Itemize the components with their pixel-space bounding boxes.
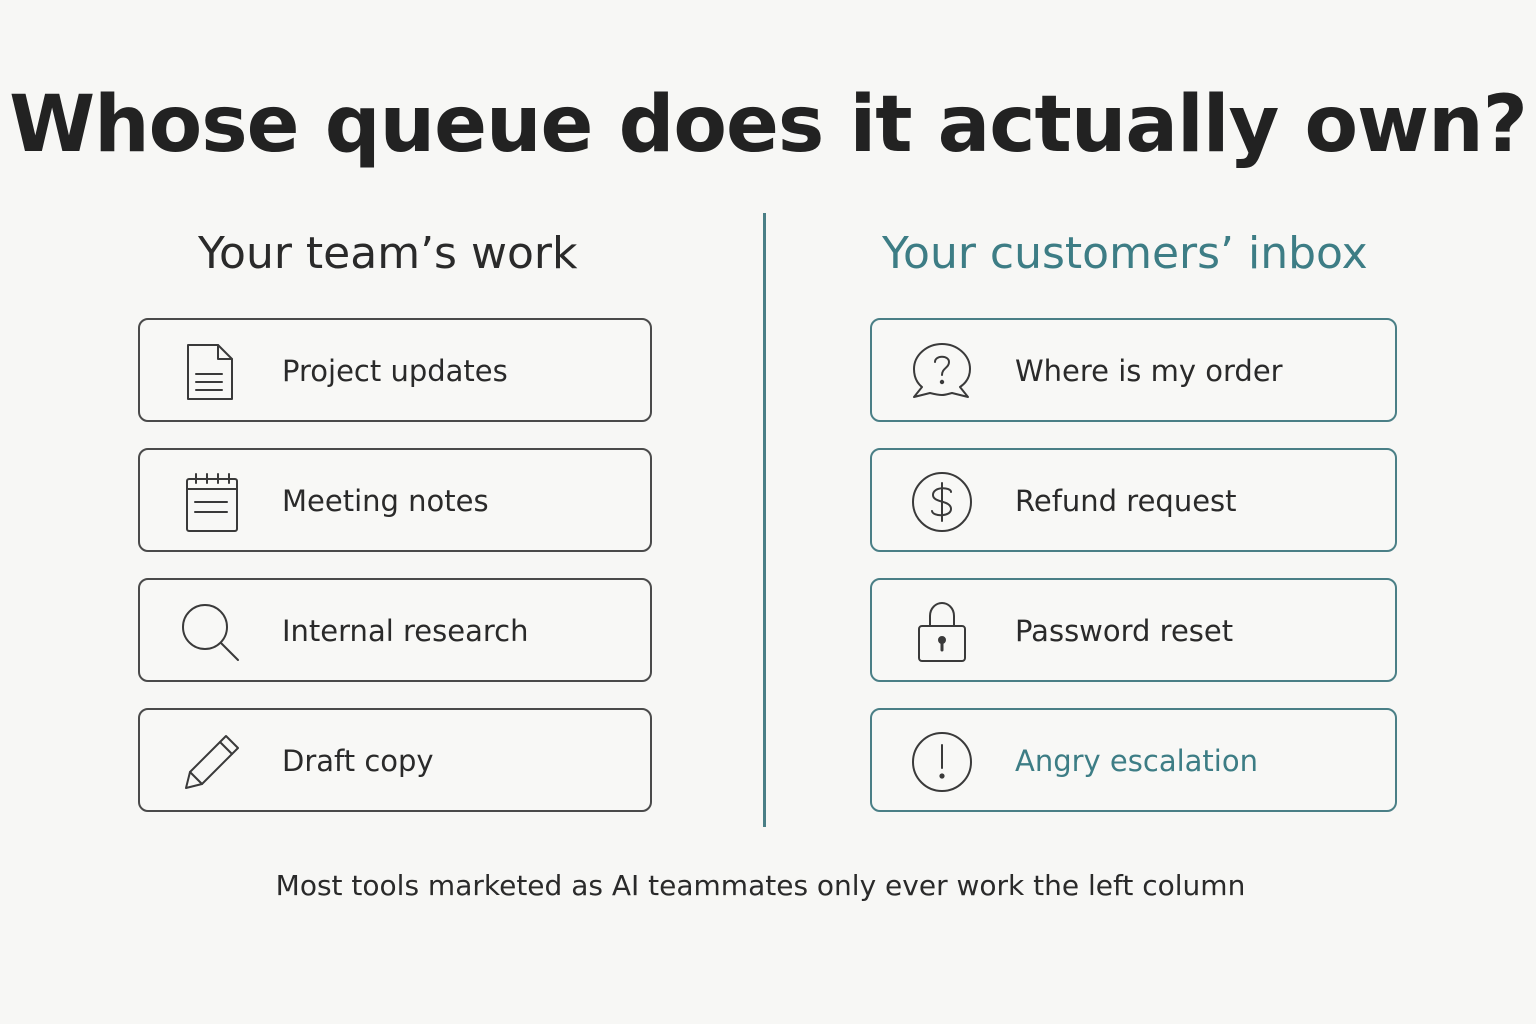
lock-icon — [910, 600, 974, 664]
card-where-is-my-order: Where is my order — [870, 318, 1397, 422]
card-label: Where is my order — [1015, 354, 1283, 388]
card-label: Internal research — [282, 614, 529, 648]
alert-icon — [910, 730, 974, 794]
pencil-icon — [178, 730, 242, 794]
card-internal-research: Internal research — [138, 578, 652, 682]
footer-caption: Most tools marketed as AI teammates only… — [275, 869, 1246, 902]
card-label: Meeting notes — [282, 484, 489, 518]
card-angry-escalation: Angry escalation — [870, 708, 1397, 812]
column-divider — [763, 213, 766, 827]
card-meeting-notes: Meeting notes — [138, 448, 652, 552]
card-refund-request: Refund request — [870, 448, 1397, 552]
card-password-reset: Password reset — [870, 578, 1397, 682]
notepad-icon — [178, 470, 242, 534]
page-title: Whose queue does it actually own? — [9, 80, 1528, 170]
dollar-icon — [910, 470, 974, 534]
card-project-updates: Project updates — [138, 318, 652, 422]
document-icon — [178, 340, 242, 404]
card-label: Project updates — [282, 354, 508, 388]
card-label: Angry escalation — [1015, 744, 1258, 778]
question-bubble-icon — [910, 340, 974, 404]
search-icon — [178, 600, 242, 664]
card-label: Draft copy — [282, 744, 434, 778]
card-label: Password reset — [1015, 614, 1234, 648]
card-label: Refund request — [1015, 484, 1237, 518]
card-draft-copy: Draft copy — [138, 708, 652, 812]
right-column-heading: Your customers’ inbox — [882, 228, 1368, 279]
left-column-heading: Your team’s work — [198, 228, 578, 279]
